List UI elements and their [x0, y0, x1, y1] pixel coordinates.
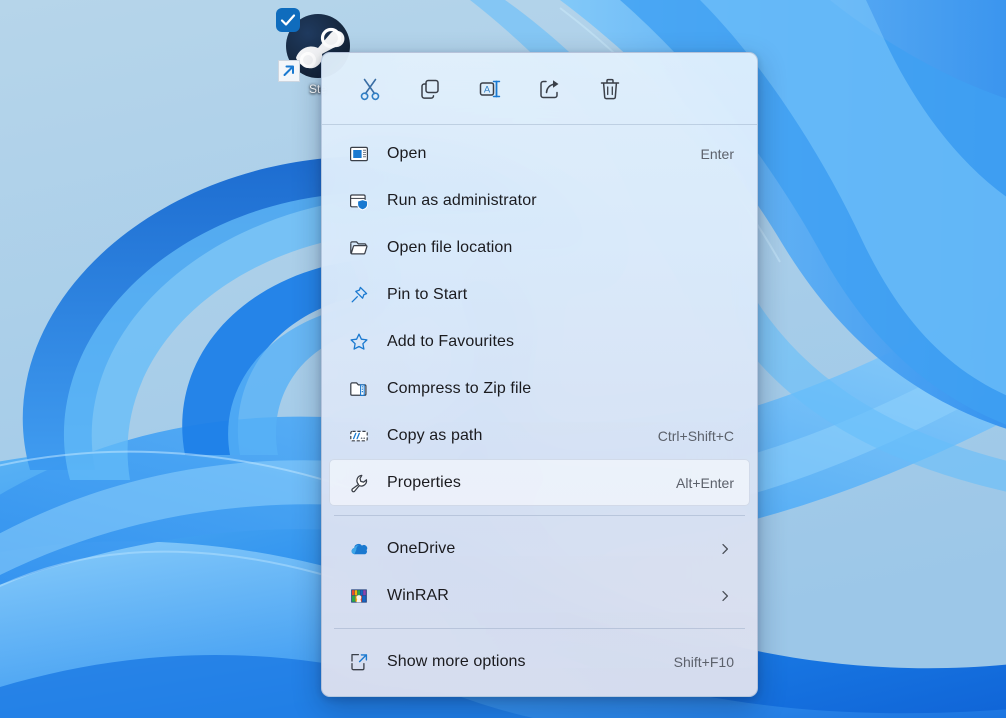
shield-window-icon [348, 190, 370, 212]
shortcut-arrow-icon [278, 60, 300, 82]
group-separator-2 [334, 628, 745, 629]
menu-item-properties[interactable]: Properties Alt+Enter [329, 459, 750, 506]
scissors-icon [360, 78, 380, 100]
menu-item-label: Pin to Start [387, 285, 468, 303]
chevron-right-icon [718, 542, 738, 556]
menu-item-label: Add to Favourites [387, 332, 515, 350]
expand-icon [348, 651, 370, 673]
chevron-right-icon [718, 589, 738, 603]
menu-item-compress-to-zip-file[interactable]: Compress to Zip file [329, 365, 750, 412]
menu-group-more: Show more options Shift+F10 [322, 633, 757, 690]
menu-item-label: Copy as path [387, 426, 483, 444]
copy-icon [421, 79, 439, 99]
rename-icon: A [479, 80, 501, 97]
menu-item-accel: Shift+F10 [673, 653, 734, 670]
share-icon [540, 79, 559, 98]
menu-item-winrar[interactable]: WinRAR [329, 572, 750, 619]
share-button[interactable] [520, 67, 580, 111]
menu-item-label: Open [387, 144, 427, 162]
menu-item-add-to-favourites[interactable]: Add to Favourites [329, 318, 750, 365]
winrar-books-icon [348, 585, 370, 607]
trash-icon [600, 78, 620, 99]
group-separator-1 [334, 515, 745, 516]
context-menu[interactable]: A Open Enter Run as administrator Open f… [321, 52, 758, 697]
menu-item-open-file-location[interactable]: Open file location [329, 224, 750, 271]
onedrive-cloud-icon [348, 538, 370, 560]
rename-button[interactable]: A [460, 67, 520, 111]
menu-item-accel: Enter [700, 145, 734, 162]
path-icon [348, 425, 370, 447]
wrench-icon [348, 472, 370, 494]
menu-group-apps: OneDrive WinRAR [322, 520, 757, 624]
copy-button[interactable] [400, 67, 460, 111]
star-icon [348, 331, 370, 353]
menu-item-pin-to-start[interactable]: Pin to Start [329, 271, 750, 318]
menu-item-label: Run as administrator [387, 191, 537, 209]
menu-item-label: Compress to Zip file [387, 379, 532, 397]
menu-item-onedrive[interactable]: OneDrive [329, 525, 750, 572]
svg-text:A: A [484, 84, 491, 95]
menu-item-run-as-administrator[interactable]: Run as administrator [329, 177, 750, 224]
menu-item-accel: Alt+Enter [676, 474, 734, 491]
open-window-icon [348, 143, 370, 165]
menu-group-primary: Open Enter Run as administrator Open fil… [322, 125, 757, 511]
menu-item-open[interactable]: Open Enter [329, 130, 750, 177]
pin-icon [348, 284, 370, 306]
desktop[interactable]: Ste A Open Enter Run as administrator Op… [0, 0, 1006, 718]
menu-item-copy-as-path[interactable]: Copy as path Ctrl+Shift+C [329, 412, 750, 459]
context-menu-toolbar: A [322, 53, 757, 124]
onedrive-sync-badge-icon [276, 8, 300, 32]
folder-icon [348, 237, 370, 259]
cut-button[interactable] [340, 67, 400, 111]
delete-button[interactable] [580, 67, 640, 111]
menu-item-show-more-options[interactable]: Show more options Shift+F10 [329, 638, 750, 685]
menu-item-label: OneDrive [387, 539, 456, 557]
zip-folder-icon [348, 378, 370, 400]
menu-item-accel: Ctrl+Shift+C [657, 427, 734, 444]
menu-item-label: Properties [387, 473, 461, 491]
menu-item-label: Show more options [387, 652, 526, 670]
menu-item-label: Open file location [387, 238, 513, 256]
menu-item-label: WinRAR [387, 586, 449, 604]
